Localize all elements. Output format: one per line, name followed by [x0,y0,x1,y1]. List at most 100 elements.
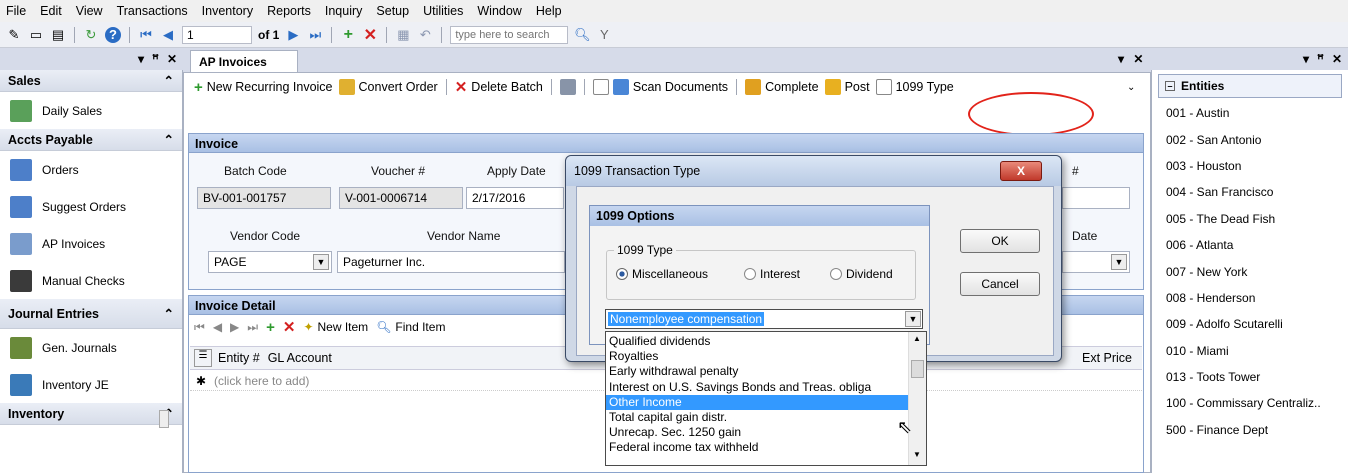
menu-edit[interactable]: Edit [40,4,62,18]
section-header-inventory[interactable]: Inventory⌃ [0,403,182,425]
radio-dividend[interactable]: Dividend [830,267,893,281]
new-item-button[interactable]: ✦ New Item [303,320,368,334]
add-icon[interactable]: + [340,26,356,43]
entity-item[interactable]: 003 - Houston [1152,153,1348,179]
save-icon[interactable]: ▦ [395,27,411,43]
splitter-handle[interactable] [159,410,169,428]
radio-interest[interactable]: Interest [744,267,800,281]
chevron-down-icon[interactable]: ▼ [905,311,921,327]
first-record-icon[interactable]: ⏮ [138,27,154,43]
open-icon[interactable]: ▭ [28,27,44,43]
menu-reports[interactable]: Reports [267,4,311,18]
convert-order-button[interactable]: Convert Order [338,79,438,95]
entity-item[interactable]: 001 - Austin [1152,100,1348,126]
invoice-number-field[interactable] [1062,187,1130,209]
batch-code-field[interactable]: BV-001-001757 [197,187,331,209]
next-record-icon[interactable]: ▶ [230,320,239,334]
1099-type-button[interactable]: 1099 Type [875,79,954,95]
refresh-icon[interactable]: ↻ [83,27,99,43]
dialog-close-button[interactable]: X [1000,161,1042,181]
menu-setup[interactable]: Setup [376,4,409,18]
collapse-icon[interactable]: ⌃ [164,306,174,321]
prev-record-icon[interactable]: ◀ [160,27,176,43]
column-header-gl-account[interactable]: GL Account [268,351,332,365]
column-header-entity[interactable]: Entity # [218,351,260,365]
search-icon[interactable]: 🔍︎ [574,27,591,43]
nav-item-gen-journals[interactable]: Gen. Journals [0,329,182,366]
column-chooser-icon[interactable]: ☰ [194,349,212,367]
nav-item-suggest-orders[interactable]: Suggest Orders [0,188,182,225]
dropdown-scrollbar[interactable]: ▲ ▼ [908,332,926,465]
overflow-chevron-icon[interactable]: ⌄ [1127,82,1135,93]
search-input[interactable] [450,25,569,44]
menu-view[interactable]: View [76,4,103,18]
vendor-code-select[interactable]: PAGE ▼ [208,251,332,273]
section-header-accts-payable[interactable]: Accts Payable ⌃ [0,129,182,151]
undo-icon[interactable]: ↶ [417,27,433,43]
nav-item-orders[interactable]: Orders [0,151,182,188]
help-icon[interactable]: ? [105,26,121,43]
dropdown-option[interactable]: Early withdrawal penalty [606,364,908,379]
delete-batch-button[interactable]: ✕ Delete Batch [455,78,543,96]
cancel-button[interactable]: Cancel [960,272,1040,296]
entity-item[interactable]: 013 - Toots Tower [1152,364,1348,390]
apply-date-field[interactable]: 2/17/2016 [466,187,564,209]
scroll-thumb[interactable] [911,360,924,378]
voucher-field[interactable]: V-001-0006714 [339,187,463,209]
dropdown-option[interactable]: Interest on U.S. Savings Bonds and Treas… [606,380,908,395]
dropdown-arrow-icon[interactable]: ▾ [1303,52,1309,66]
record-number-input[interactable] [182,25,252,44]
menu-help[interactable]: Help [536,4,562,18]
menu-utilities[interactable]: Utilities [423,4,463,18]
new-recurring-invoice-button[interactable]: + New Recurring Invoice [194,79,333,96]
collapse-icon[interactable]: ⌃ [164,132,174,147]
entity-item[interactable]: 008 - Henderson [1152,285,1348,311]
scroll-down-icon[interactable]: ▼ [913,450,921,459]
entity-item[interactable]: 006 - Atlanta [1152,232,1348,258]
section-header-sales[interactable]: Sales ⌃ [0,70,182,92]
radio-miscellaneous[interactable]: Miscellaneous [616,267,708,281]
nav-item-ap-invoices[interactable]: AP Invoices [0,225,182,262]
dropdown-option[interactable]: Other Income [606,394,908,410]
section-header-journal-entries[interactable]: Journal Entries ⌃ [0,299,182,329]
dropdown-arrow-icon[interactable]: ▾ [138,52,144,66]
entity-item[interactable]: 010 - Miami [1152,338,1348,364]
entity-item[interactable]: 100 - Commissary Centraliz.. [1152,390,1348,416]
chevron-down-icon[interactable]: ▼ [313,254,329,270]
wrench-icon[interactable]: ✎ [6,27,22,43]
menu-inquiry[interactable]: Inquiry [325,4,363,18]
entities-header[interactable]: – Entities [1158,74,1342,98]
entity-item[interactable]: 500 - Finance Dept [1152,417,1348,443]
last-record-icon[interactable]: ⏭ [247,320,258,335]
scan-documents-button[interactable]: Scan Documents [592,79,728,95]
prev-record-icon[interactable]: ◀ [213,320,222,334]
collapse-icon[interactable]: – [1165,81,1175,91]
last-record-icon[interactable]: ⏭ [307,27,323,43]
filter-icon[interactable]: Y [596,27,612,43]
nav-item-inventory-je[interactable]: Inventory JE [0,366,182,403]
date-field[interactable]: ▼ [1062,251,1130,273]
find-item-button[interactable]: 🔍︎ Find Item [376,320,445,334]
1099-category-select[interactable]: Nonemployee compensation ▼ [605,309,923,329]
entity-item[interactable]: 002 - San Antonio [1152,126,1348,152]
delete-icon[interactable]: ✕ [283,318,296,336]
collapse-icon[interactable]: ⌃ [164,73,174,88]
dropdown-option[interactable]: Federal income tax withheld [606,440,908,455]
first-record-icon[interactable]: ⏮ [194,320,205,335]
menu-transactions[interactable]: Transactions [117,4,188,18]
print-button[interactable] [559,79,576,95]
dropdown-option[interactable]: Unrecap. Sec. 1250 gain [606,425,908,440]
nav-item-manual-checks[interactable]: Manual Checks [0,262,182,299]
menu-file[interactable]: File [6,4,26,18]
delete-icon[interactable]: ✕ [362,27,378,44]
post-button[interactable]: Post [824,79,870,95]
vendor-name-field[interactable]: Pageturner Inc. [337,251,565,273]
dropdown-option[interactable]: Royalties [606,349,908,364]
paste-icon[interactable]: ▤ [50,27,66,43]
next-record-icon[interactable]: ▶ [285,27,301,43]
column-header-ext-price[interactable]: Ext Price [1082,351,1132,365]
scroll-up-icon[interactable]: ▲ [913,334,921,343]
entity-item[interactable]: 009 - Adolfo Scutarelli [1152,311,1348,337]
close-icon[interactable]: ✕ [167,52,177,66]
pin-icon[interactable]: ꟸ [152,52,159,66]
